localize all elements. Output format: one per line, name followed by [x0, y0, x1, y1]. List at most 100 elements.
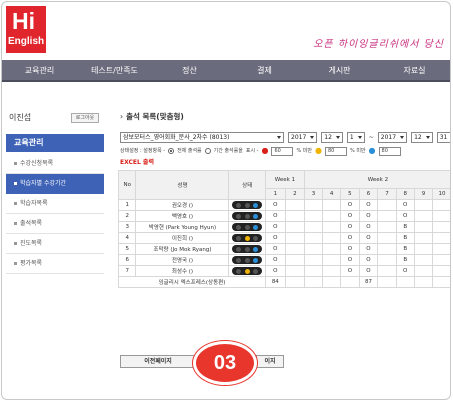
- radio-all-attendance[interactable]: [168, 148, 175, 154]
- blue-dot-icon: ●: [368, 146, 376, 155]
- row-number: 5: [117, 243, 137, 255]
- sidebar-item-learner-period[interactable]: 학습자별 수강기간: [6, 174, 104, 194]
- sidebar-item-progress-list[interactable]: 진도목록: [6, 234, 104, 254]
- summary-value: [395, 276, 415, 288]
- logo-english: English: [8, 36, 45, 47]
- blue-light: [253, 202, 259, 208]
- attendance-mark: [432, 210, 450, 222]
- attendance-mark: [322, 199, 342, 211]
- summary-value: [377, 276, 397, 288]
- nav-library[interactable]: 자료실: [377, 60, 450, 80]
- slogan: 오픈 하이잉글리쉬에서 당신: [313, 39, 444, 50]
- attendance-mark: [322, 232, 342, 244]
- brand-logo[interactable]: Hi English: [6, 6, 46, 53]
- blue-light: [253, 213, 259, 219]
- nav-education[interactable]: 교육관리: [2, 60, 77, 80]
- yellow-light: [244, 213, 250, 219]
- attendance-mark: [377, 210, 397, 222]
- nav-payment[interactable]: 결제: [227, 60, 302, 80]
- attendance-mark: [377, 243, 397, 255]
- status-cell: [228, 243, 266, 255]
- sidebar-item-label: 학습자목록: [20, 200, 48, 207]
- row-number: 6: [117, 254, 137, 266]
- attendance-mark: O: [358, 254, 379, 266]
- status-cell: [228, 210, 266, 222]
- start-day-select[interactable]: 1: [346, 132, 365, 143]
- learner-name: 전영국 (): [135, 254, 230, 266]
- bullet-icon: [14, 242, 17, 245]
- summary-value: [340, 276, 360, 288]
- sidebar-item-learner-list[interactable]: 학습자목록: [6, 194, 104, 214]
- attendance-mark: [303, 243, 324, 255]
- user-name: 이진섭: [9, 113, 32, 122]
- traffic-light-icon: [232, 212, 263, 220]
- main-content: › 출석 목록(맞춤형) 삼보모터스_영어회화_문사_2차수 (8013) 201…: [116, 106, 450, 399]
- status-cell: [228, 265, 266, 277]
- sidebar-item-label: 수강신청목록: [20, 160, 54, 167]
- app-window: Hi English 오픈 하이잉글리쉬에서 당신 교육관리 테스트/만족도 정…: [1, 1, 451, 400]
- sidebar-item-label: 평가목록: [20, 260, 43, 267]
- attendance-mark: [303, 210, 324, 222]
- status-options: 상태설정 : 설정항목 - 전체 출석률 기간 출석률을 표시 - ● 60 %…: [120, 146, 401, 156]
- course-select[interactable]: 삼보모터스_영어회화_문사_2차수 (8013): [120, 132, 284, 143]
- start-year-select[interactable]: 2017: [288, 132, 318, 143]
- attendance-mark: [413, 221, 434, 233]
- week2-header: Week 2: [303, 170, 450, 189]
- table-row: 3 박영현 (Park Young Hyun) O O O B: [117, 221, 450, 233]
- attendance-mark: [377, 199, 397, 211]
- red-light: [236, 246, 242, 252]
- sidebar: 이진섭 로그아웃 교육관리 수강신청목록 학습자별 수강기간 학습자목록 출석목…: [2, 106, 110, 399]
- end-day-select[interactable]: 31: [436, 132, 450, 143]
- nav-test[interactable]: 테스트/만족도: [77, 60, 152, 80]
- sidebar-item-evaluation-list[interactable]: 평가목록: [6, 254, 104, 274]
- attendance-mark: [377, 232, 397, 244]
- traffic-light-icon: [232, 223, 263, 231]
- attendance-mark: [284, 243, 305, 255]
- yellow-threshold-input[interactable]: 80: [324, 146, 347, 156]
- sidebar-item-attendance-list[interactable]: 출석목록: [6, 214, 104, 234]
- traffic-light-icon: [232, 201, 263, 209]
- learner-name: 이진희 (): [135, 232, 230, 244]
- col-no-header: No: [117, 170, 137, 200]
- end-month-select[interactable]: 12: [411, 132, 433, 143]
- attendance-mark: [303, 199, 324, 211]
- col-name-header: 성명: [135, 170, 230, 200]
- show-label: 표시 -: [245, 148, 259, 154]
- radio-period-attendance[interactable]: [204, 148, 211, 154]
- traffic-light-icon: [232, 245, 263, 253]
- attendance-mark: [284, 221, 305, 233]
- day-header: 4: [322, 188, 342, 200]
- prev-page-button[interactable]: 이전페이지: [120, 355, 196, 368]
- attendance-mark: O: [358, 221, 379, 233]
- table-row: 7 최성수 () O O O O: [117, 265, 450, 277]
- attendance-mark: O: [395, 210, 415, 222]
- nav-settlement[interactable]: 정산: [152, 60, 227, 80]
- row-number: 1: [117, 199, 137, 211]
- summary-value: [322, 276, 342, 288]
- attendance-mark: O: [395, 265, 415, 277]
- logout-button[interactable]: 로그아웃: [71, 113, 99, 123]
- summary-row: 잉글리시 엑스프레스(상동편) 84 87: [118, 276, 450, 288]
- blue-threshold-input[interactable]: 80: [378, 146, 401, 156]
- next-page-button[interactable]: 이지: [256, 355, 284, 368]
- status-cell: [228, 232, 266, 244]
- traffic-light-icon: [232, 256, 263, 264]
- attendance-mark: O: [264, 243, 286, 255]
- excel-export-link[interactable]: EXCEL 출력: [120, 158, 154, 167]
- summary-value: 84: [264, 276, 286, 288]
- attendance-mark: O: [340, 199, 360, 211]
- yellow-light: [244, 224, 250, 230]
- status-cell: [228, 221, 266, 233]
- nav-board[interactable]: 게시판: [302, 60, 377, 80]
- row-number: 4: [117, 232, 137, 244]
- table-row: 4 이진희 () O O O B: [117, 232, 450, 244]
- range-separator: ~: [368, 134, 374, 141]
- attendance-mark: [432, 254, 450, 266]
- learner-name: 박영현 (Park Young Hyun): [135, 221, 230, 233]
- end-year-select[interactable]: 2017: [377, 132, 408, 143]
- start-month-select[interactable]: 12: [321, 132, 343, 143]
- attendance-mark: O: [264, 232, 286, 244]
- yellow-light: [244, 235, 250, 241]
- red-threshold-input[interactable]: 60: [271, 146, 294, 156]
- sidebar-item-enrollment-list[interactable]: 수강신청목록: [6, 154, 104, 174]
